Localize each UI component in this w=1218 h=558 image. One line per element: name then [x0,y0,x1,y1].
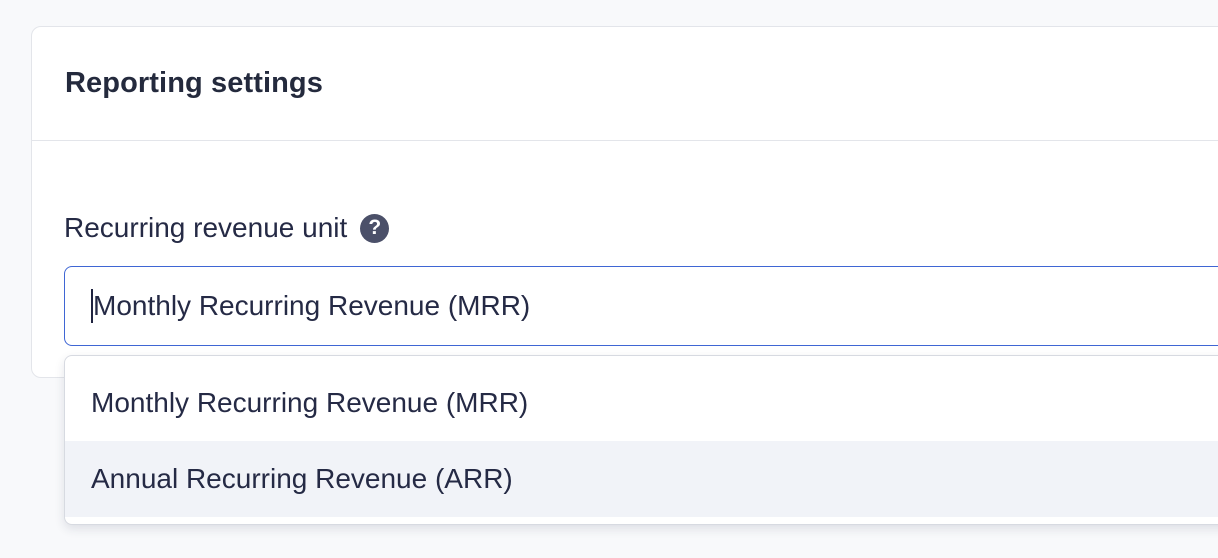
select-current-value: Monthly Recurring Revenue (MRR) [93,290,531,321]
question-circle-icon[interactable]: ? [360,213,390,243]
card-title: Reporting settings [65,67,323,99]
option-label: Monthly Recurring Revenue (MRR) [91,387,529,418]
option-arr[interactable]: Annual Recurring Revenue (ARR) [65,441,1218,517]
recurring-revenue-unit-dropdown: Monthly Recurring Revenue (MRR) Annual R… [64,355,1218,525]
recurring-revenue-unit-label: Recurring revenue unit [64,212,348,243]
card-header: Reporting settings [32,27,1218,141]
recurring-revenue-unit-select[interactable]: Monthly Recurring Revenue (MRR) [64,266,1218,346]
option-mrr[interactable]: Monthly Recurring Revenue (MRR) [65,365,1218,441]
option-label: Annual Recurring Revenue (ARR) [91,463,513,494]
field-label-row: Recurring revenue unit ? [64,212,390,244]
